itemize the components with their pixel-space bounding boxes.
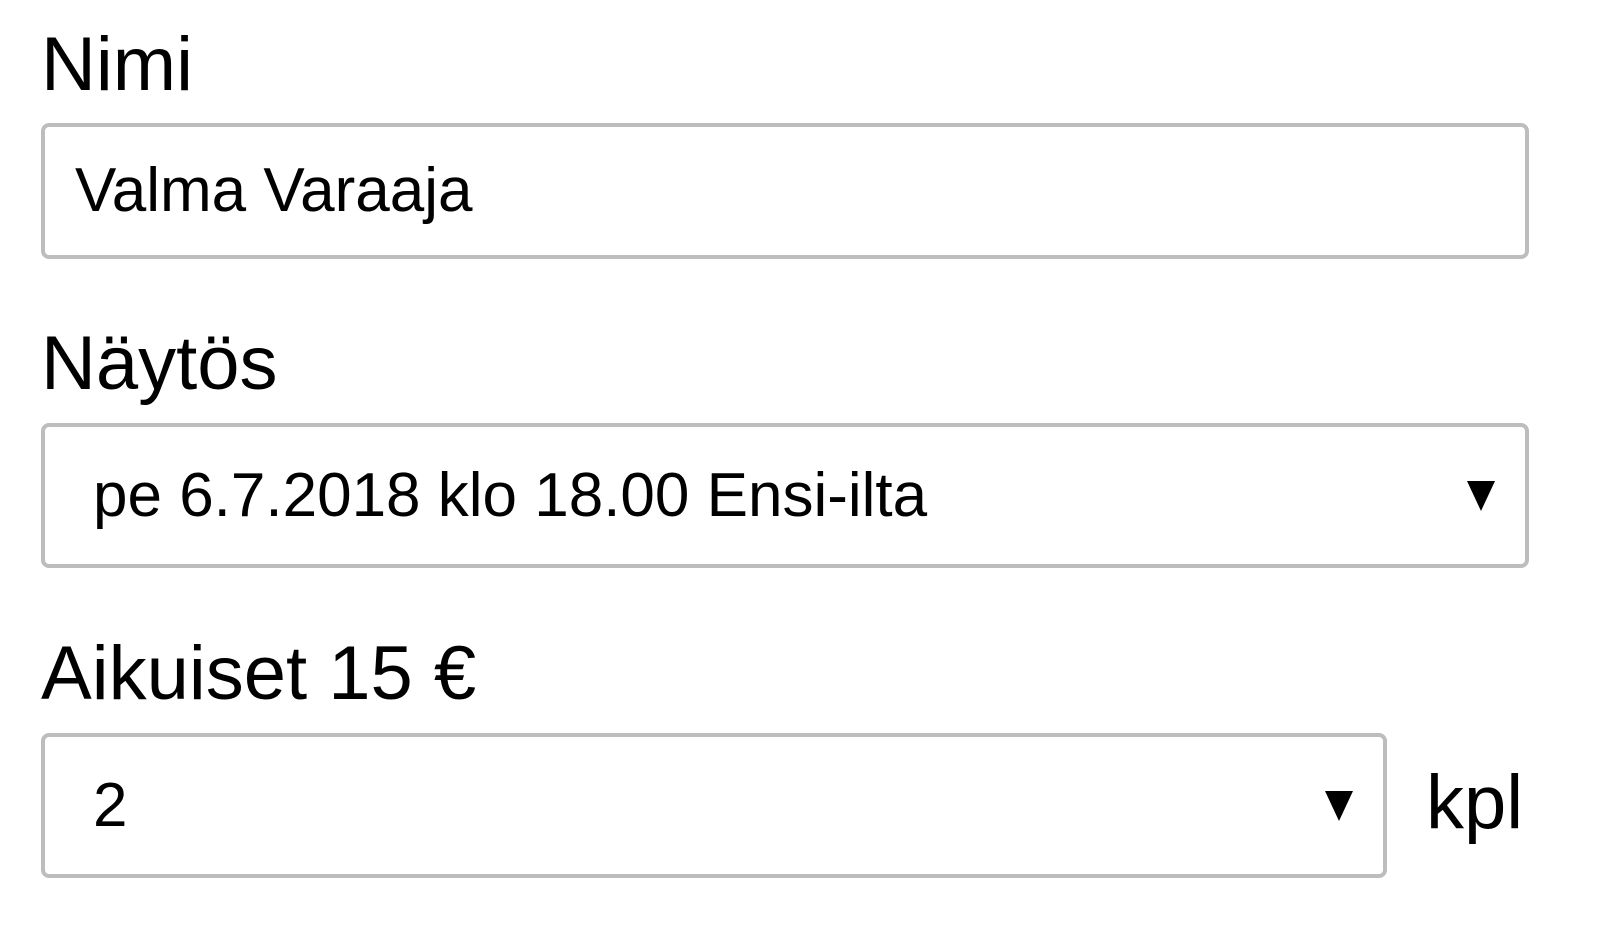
name-input-value: Valma Varaaja xyxy=(75,156,473,225)
name-input[interactable]: Valma Varaaja xyxy=(41,123,1529,259)
chevron-down-icon xyxy=(1325,790,1353,821)
chevron-down-icon xyxy=(1467,480,1495,511)
show-select[interactable]: pe 6.7.2018 klo 18.00 Ensi-ilta xyxy=(41,423,1529,568)
quantity-unit-label: kpl xyxy=(1426,760,1524,845)
show-label: Näytös xyxy=(41,321,278,406)
adults-label: Aikuiset 15 € xyxy=(41,631,477,716)
show-select-value: pe 6.7.2018 klo 18.00 Ensi-ilta xyxy=(93,460,928,530)
name-label: Nimi xyxy=(41,22,193,107)
adults-quantity-select[interactable]: 2 xyxy=(41,733,1387,878)
adults-quantity-value: 2 xyxy=(93,770,128,840)
